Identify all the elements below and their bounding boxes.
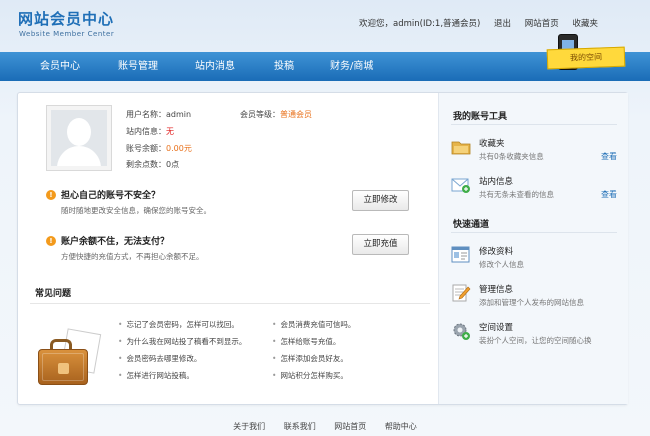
points-label: 剩余点数： xyxy=(126,160,166,169)
level-label: 会员等级： xyxy=(240,110,280,119)
main-card: 用户名称：admin 会员等级：普通会员 站内信息：无 账号余额：0.00元 剩… xyxy=(17,92,628,405)
faq-item[interactable]: 怎样给账号充值。 xyxy=(272,336,340,347)
balance-alert-desc: 方便快捷的充值方式，不再担心余额不足。 xyxy=(61,252,204,261)
nav-finance[interactable]: 财务/商城 xyxy=(330,52,373,81)
quick-profile-name[interactable]: 修改资料 xyxy=(479,245,513,257)
view-favorites-link[interactable]: 查看 xyxy=(601,151,617,162)
points-value: 0点 xyxy=(166,160,180,169)
footer-help-link[interactable]: 帮助中心 xyxy=(385,422,417,431)
balance-label: 账号余额： xyxy=(126,144,166,153)
points-row: 剩余点数：0点 xyxy=(126,159,179,170)
quick-space-name[interactable]: 空间设置 xyxy=(479,321,513,333)
tools-title: 我的账号工具 xyxy=(453,112,508,122)
user-placeholder-icon xyxy=(51,110,107,166)
logo-subtitle: Website Member Center xyxy=(19,30,115,38)
tool-favorites-name[interactable]: 收藏夹 xyxy=(479,137,505,149)
divider xyxy=(451,124,617,125)
nav-messages[interactable]: 站内消息 xyxy=(195,52,235,81)
divider xyxy=(30,303,430,304)
balance-row: 账号余额：0.00元 xyxy=(126,143,192,154)
tool-favorites-desc: 共有0条收藏夹信息 xyxy=(479,152,544,161)
modify-now-button[interactable]: 立即修改 xyxy=(352,190,409,211)
view-messages-link[interactable]: 查看 xyxy=(601,189,617,200)
favorites-link[interactable]: 收藏夹 xyxy=(572,19,598,29)
messages-row: 站内信息：无 xyxy=(126,126,174,137)
nav-account[interactable]: 账号管理 xyxy=(118,52,158,81)
balance-value: 0.00元 xyxy=(166,144,192,153)
gear-icon xyxy=(451,321,471,341)
security-alert-title: 担心自己的账号不安全？ xyxy=(61,191,161,201)
messages-label: 站内信息： xyxy=(126,127,166,136)
profile-icon xyxy=(451,245,471,265)
quick-manage-desc: 添加和管理个人发布的网站信息 xyxy=(479,298,584,307)
footer-home-link[interactable]: 网站首页 xyxy=(334,422,366,431)
mail-icon xyxy=(451,175,471,195)
my-space-tag: 我的空间 xyxy=(546,46,626,70)
balance-alert-title: 账户余额不住，无法支付？ xyxy=(61,237,170,247)
sidebar: 我的账号工具 收藏夹 共有0条收藏夹信息 查看 站内信息 共有无条未查看的信息 … xyxy=(438,93,628,404)
nav-member-center[interactable]: 会员中心 xyxy=(40,52,80,81)
logout-link[interactable]: 退出 xyxy=(494,19,511,29)
warning-icon: ! xyxy=(46,190,56,200)
edit-icon xyxy=(451,283,471,303)
divider xyxy=(451,232,617,233)
top-links: 欢迎您，admin(ID:1,普通会员) 退出 网站首页 收藏夹 xyxy=(359,17,598,29)
logo-title[interactable]: 网站会员中心 xyxy=(18,8,114,29)
tool-messages-desc: 共有无条未查看的信息 xyxy=(479,190,554,199)
home-link[interactable]: 网站首页 xyxy=(525,19,559,29)
welcome-text: 欢迎您，admin(ID:1,普通会员) xyxy=(359,19,481,29)
faq-item[interactable]: 为什么我在网站投了稿看不到显示。 xyxy=(118,336,246,347)
faq-title: 常见问题 xyxy=(35,289,72,299)
faq-item[interactable]: 会员消费充值可信吗。 xyxy=(272,319,355,330)
messages-value: 无 xyxy=(166,127,174,136)
level-value: 普通会员 xyxy=(280,110,312,119)
recharge-now-button[interactable]: 立即充值 xyxy=(352,234,409,255)
quick-title: 快速通道 xyxy=(453,220,490,230)
faq-item[interactable]: 忘记了会员密码，怎样可以找回。 xyxy=(118,319,239,330)
faq-item[interactable]: 怎样添加会员好友。 xyxy=(272,353,348,364)
avatar[interactable] xyxy=(46,105,112,171)
briefcase-icon xyxy=(36,328,102,385)
faq-item[interactable]: 网站积分怎样购买。 xyxy=(272,370,348,381)
faq-item[interactable]: 怎样进行网站投稿。 xyxy=(118,370,194,381)
quick-manage-name[interactable]: 管理信息 xyxy=(479,283,513,295)
my-space-badge[interactable]: 我的空间 xyxy=(543,34,626,74)
footer: 关于我们 联系我们 网站首页 帮助中心 xyxy=(0,421,650,432)
warning-icon: ! xyxy=(46,236,56,246)
quick-profile-desc: 修改个人信息 xyxy=(479,260,524,269)
footer-contact-link[interactable]: 联系我们 xyxy=(284,422,316,431)
username-row: 用户名称：admin xyxy=(126,109,191,120)
nav-submit[interactable]: 投稿 xyxy=(274,52,294,81)
username-label: 用户名称： xyxy=(126,110,166,119)
folder-icon xyxy=(451,137,471,157)
tool-messages-name[interactable]: 站内信息 xyxy=(479,175,513,187)
faq-item[interactable]: 会员密码去哪里修改。 xyxy=(118,353,201,364)
quick-space-desc: 装扮个人空间，让您的空间随心换 xyxy=(479,336,592,345)
level-row: 会员等级：普通会员 xyxy=(240,109,312,120)
username-value: admin xyxy=(166,110,192,119)
security-alert-desc: 随时随地更改安全信息，确保您的账号安全。 xyxy=(61,206,211,215)
footer-about-link[interactable]: 关于我们 xyxy=(233,422,265,431)
